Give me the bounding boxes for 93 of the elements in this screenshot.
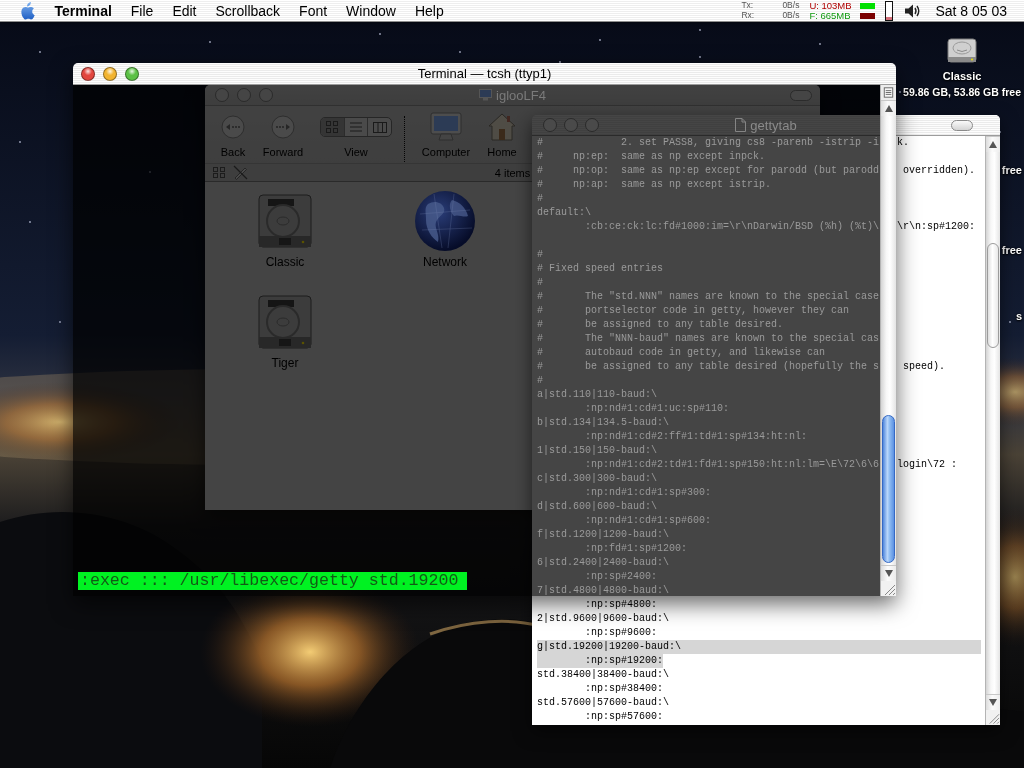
- scroll-up-button[interactable]: [986, 136, 1000, 152]
- desktop-icon-label[interactable]: Classic: [942, 69, 982, 83]
- code-text: login\72 :: [897, 458, 958, 472]
- icon-view-button[interactable]: [321, 118, 344, 136]
- code-text: speed).: [902, 360, 946, 374]
- toolbar-toggle-button[interactable]: [951, 119, 973, 131]
- code-text: :np:nd#1:cd#1:sp#300:: [584, 486, 712, 500]
- app-menu[interactable]: Terminal: [45, 0, 122, 22]
- menu-item[interactable]: Edit: [162, 0, 206, 22]
- code-text: overridden).: [902, 164, 976, 178]
- code-text: #: [537, 192, 543, 206]
- code-text: # be assigned to any table desired (hopefully the s: [537, 360, 880, 374]
- code-text: 7|std.4800|4800-baud:\: [537, 584, 670, 598]
- code-text: # np:ep: same as np except inpck.: [537, 150, 766, 164]
- house-icon: [487, 112, 517, 142]
- item-count: 4 items: [494, 166, 531, 179]
- code-text: c|std.300|300-baud:\: [537, 472, 658, 486]
- code-text: :np:sp#19200:: [537, 654, 664, 668]
- code-text: #: [537, 276, 543, 290]
- menu-clock[interactable]: Sat 8 05 03: [935, 2, 1007, 19]
- code-text: 6|std.2400|2400-baud:\: [537, 556, 670, 570]
- apple-logo-icon[interactable]: [19, 1, 35, 20]
- code-text: # The "NNN-baud" names are known to the special cas: [537, 332, 880, 346]
- code-text: # be assigned to any table desired.: [537, 318, 784, 332]
- code-text: # np:ap: same as np except istrip.: [537, 178, 772, 192]
- code-text: :np:nd#1:cd#2:ff#1:td#1:sp#134:ht:nl:: [584, 430, 808, 444]
- disk-info-label: 59.86 GB, 53.86 GB free: [903, 85, 1021, 99]
- window-title: Terminal — tcsh (ttyp1): [417, 66, 552, 81]
- code-text: a|std.110|110-baud:\: [537, 388, 658, 402]
- up-arrow-icon: [989, 141, 997, 148]
- code-text: :np:nd#1:cd#2:td#1:fd#1:sp#150:ht:nl:lm=\E\72\6\6: [584, 458, 880, 472]
- scroll-thumb[interactable]: [987, 243, 999, 348]
- grid-icon: [326, 121, 339, 133]
- window-title: iglooLF4: [496, 87, 546, 103]
- code-text: # np:op: same as np:ep except for parodd (but parodd: [537, 164, 880, 178]
- code-text: # The "std.NNN" names are known to the special case: [537, 290, 880, 304]
- code-text: k.: [897, 136, 910, 150]
- scroll-down-button[interactable]: [986, 694, 1000, 710]
- code-text: 2|std.9600|9600-baud:\: [537, 612, 670, 626]
- computer-icon: [479, 89, 493, 101]
- code-text: g|std.19200|19200-baud:\: [537, 640, 981, 654]
- network-rate: 0B/s: [782, 1, 801, 10]
- code-text: #: [537, 248, 543, 262]
- memory-reading: U: 103MB: [809, 1, 853, 10]
- scroll-up-button[interactable]: [881, 100, 896, 116]
- code-text: # autobaud code in getty, and likewise can: [537, 346, 826, 360]
- network-label: Tx:: [741, 1, 755, 10]
- menu-item[interactable]: Window: [336, 0, 406, 22]
- speaker-icon[interactable]: [904, 2, 922, 19]
- network-rate: 0B/s: [782, 11, 801, 20]
- code-text: :np:sp#4800:: [584, 598, 658, 612]
- scroll-down-button[interactable]: [881, 565, 896, 581]
- code-text: :np:sp#2400:: [584, 570, 658, 584]
- menu-item[interactable]: File: [121, 0, 163, 22]
- memory-reading: F: 665MB: [809, 11, 852, 20]
- code-text: :np:fd#1:sp#1200:: [584, 542, 688, 556]
- code-text: # 2. set PASS8, giving cs8 -parenb -istrip -i: [537, 136, 880, 150]
- code-text: #: [537, 374, 543, 388]
- code-text: :np:sp#57600:: [584, 710, 664, 724]
- down-arrow-icon: [989, 699, 997, 706]
- toolbar-label: View: [344, 146, 368, 159]
- code-text: 1|std.150|150-baud:\: [537, 444, 658, 458]
- list-icon: [350, 122, 362, 132]
- code-text: :np:sp#38400:: [584, 682, 664, 696]
- desktop-icon-label: s: [1015, 309, 1022, 323]
- code-text: :np:sp#9600:: [584, 626, 658, 640]
- crossed-pencil-icon: [233, 165, 248, 180]
- code-text: :np:nd#1:cd#1:uc:sp#110:: [584, 402, 730, 416]
- code-text: b|std.134|134.5-baud:\: [537, 416, 670, 430]
- code-text: # Fixed speed entries: [537, 262, 664, 276]
- network-label: Rx:: [741, 11, 756, 20]
- code-text: :cb:ce:ck:lc:fd#1000:im=\r\nDarwin/BSD (%h) (%t)\: [584, 220, 880, 234]
- down-arrow-icon: [884, 570, 893, 577]
- menu-item[interactable]: Scrollback: [206, 0, 290, 22]
- code-text: d|std.600|600-baud:\: [537, 500, 658, 514]
- scroll-thumb[interactable]: [882, 415, 895, 563]
- code-text: \r\n:sp#1200:: [897, 220, 976, 234]
- code-text: :np:nd#1:cd#1:sp#600:: [584, 514, 712, 528]
- code-text: default:\: [537, 206, 591, 220]
- lined-box-icon[interactable]: [881, 85, 896, 100]
- code-text: std.38400|38400-baud:\: [537, 668, 670, 682]
- small-squares-icon: [213, 167, 225, 178]
- desktop-icon-label: free: [1001, 243, 1022, 257]
- code-text: f|std.1200|1200-baud:\: [537, 528, 670, 542]
- document-icon: [735, 118, 747, 132]
- code-text: # portselector code in getty, however they can: [537, 304, 850, 318]
- window-title: gettytab: [750, 117, 797, 133]
- columns-icon: [372, 121, 387, 133]
- up-arrow-icon: [884, 105, 893, 112]
- desktop-icon-label: free: [1001, 163, 1022, 177]
- menu-item[interactable]: Help: [405, 0, 454, 22]
- menu-item[interactable]: Font: [289, 0, 337, 22]
- code-text: std.57600|57600-baud:\: [537, 696, 670, 710]
